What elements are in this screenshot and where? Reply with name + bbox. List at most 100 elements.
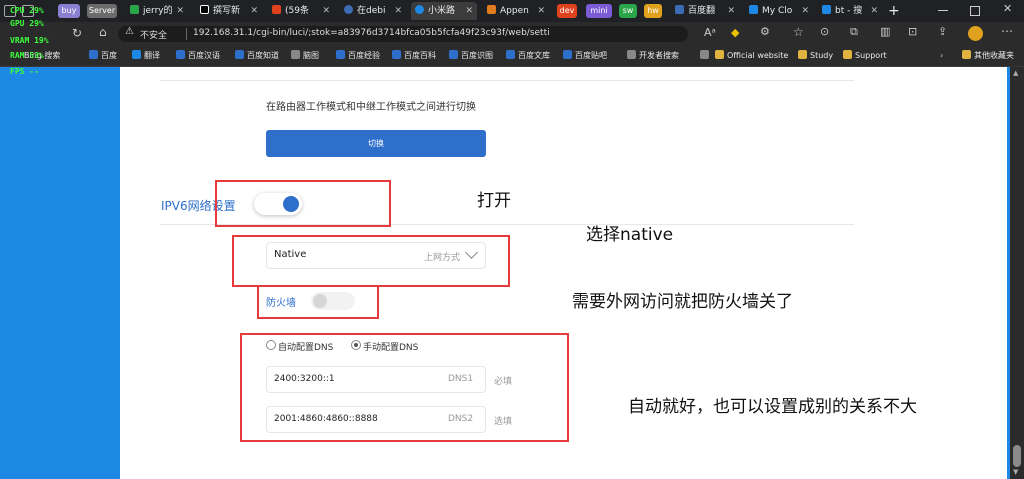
split-screen-icon[interactable]: ▥ xyxy=(880,25,890,38)
folder-icon xyxy=(843,50,852,59)
bookmark-label: 翻译 xyxy=(144,51,160,60)
close-icon[interactable]: ✕ xyxy=(322,2,330,20)
page-scrollbar[interactable] xyxy=(1010,67,1024,479)
tab-group-buy[interactable]: buy xyxy=(58,4,80,18)
profile-avatar[interactable] xyxy=(968,26,983,41)
refresh-icon[interactable]: ↻ xyxy=(72,26,82,40)
bookmark-wenku[interactable]: 百度文库 xyxy=(506,49,550,63)
minimize-button[interactable] xyxy=(938,10,948,11)
scroll-down-icon[interactable]: ▼ xyxy=(1013,468,1018,476)
tab-favicon xyxy=(272,5,281,14)
tab-messages[interactable]: (59条 ✕ xyxy=(268,2,334,20)
mode-description: 在路由器工作模式和中继工作模式之间进行切换 xyxy=(266,102,476,113)
history-icon[interactable]: ⊙ xyxy=(820,25,829,38)
close-icon[interactable]: ✕ xyxy=(801,2,809,20)
paw-icon xyxy=(506,50,515,59)
tab-favicon xyxy=(130,5,139,14)
annotation-box-dns xyxy=(240,333,569,442)
home-icon[interactable]: ⌂ xyxy=(99,25,107,39)
switch-mode-button[interactable]: 切换 xyxy=(266,130,486,157)
bookmark-naotu[interactable]: 脑图 xyxy=(291,49,319,63)
tab-xiaomi-router[interactable]: 小米路 ✕ xyxy=(411,2,477,20)
tab-appendix[interactable]: Appen ✕ xyxy=(483,2,549,20)
maximize-button[interactable] xyxy=(970,6,980,16)
new-tab-button[interactable]: + xyxy=(888,2,900,20)
bookmark-baike[interactable]: 百度百科 xyxy=(392,49,436,63)
scroll-up-icon[interactable]: ▲ xyxy=(1013,69,1018,77)
url-text[interactable]: 192.168.31.1/cgi-bin/luci/;stok=a83976d3… xyxy=(193,28,549,38)
shopping-icon[interactable]: ◆ xyxy=(731,26,739,39)
security-label: 不安全 xyxy=(140,31,168,41)
bookmark-label: 百度贴吧 xyxy=(575,51,607,60)
warning-icon: ⚠ xyxy=(125,26,134,37)
chevron-right-icon[interactable]: › xyxy=(940,49,943,63)
tab-jerry[interactable]: jerry的 ✕ xyxy=(126,2,188,20)
tab-compose[interactable]: 撰写新 ✕ xyxy=(196,2,262,20)
close-icon[interactable]: ✕ xyxy=(465,2,473,20)
tab-bt-search[interactable]: bt - 搜 ✕ xyxy=(818,2,882,20)
tab-baidu-translate[interactable]: 百度翻 ✕ xyxy=(671,2,739,20)
favorites-star-icon[interactable]: ☆ xyxy=(793,25,804,39)
extension-icon[interactable]: ⚙ xyxy=(760,25,770,38)
tab-favicon xyxy=(344,5,353,14)
bookmark-label: 百度汉语 xyxy=(188,51,220,60)
close-window-button[interactable]: ✕ xyxy=(1003,2,1012,15)
close-icon[interactable]: ✕ xyxy=(727,2,735,20)
more-menu-icon[interactable]: ⋯ xyxy=(1001,24,1013,38)
bookmark-zhidao[interactable]: 百度知道 xyxy=(235,49,279,63)
translate-icon xyxy=(132,50,141,59)
bookmark-label: 其他收藏夹 xyxy=(974,51,1014,60)
tab-label: 在debi xyxy=(357,6,386,16)
close-icon[interactable]: ✕ xyxy=(250,2,258,20)
bookmark-tieba[interactable]: 百度贴吧 xyxy=(563,49,607,63)
bookmark-dev-search[interactable]: 开发者搜索 xyxy=(627,49,679,63)
annotation-dns: 自动就好，也可以设置成别的关系不大 xyxy=(628,397,917,417)
tab-group-dev[interactable]: dev xyxy=(557,4,577,18)
ram-readout: RAM 53% xyxy=(10,51,44,60)
bookmark-jingyan[interactable]: 百度经验 xyxy=(336,49,380,63)
bookmark-support[interactable]: Support xyxy=(843,49,887,63)
tab-group-server[interactable]: Server xyxy=(87,4,117,18)
tab-label: 百度翻 xyxy=(688,6,716,16)
share-icon[interactable]: ⇪ xyxy=(938,25,947,38)
bookmark-hanyu[interactable]: 百度汉语 xyxy=(176,49,220,63)
bookmark-label: 百度识图 xyxy=(461,51,493,60)
tab-label: (59条 xyxy=(285,6,309,16)
close-icon[interactable]: ✕ xyxy=(870,2,878,20)
close-icon[interactable]: ✕ xyxy=(176,2,184,20)
tab-group-sw[interactable]: sw xyxy=(619,4,637,18)
paw-icon xyxy=(449,50,458,59)
section-divider xyxy=(160,80,854,81)
tab-my-cloud[interactable]: My Clo ✕ xyxy=(745,2,813,20)
collections-icon[interactable]: ⧉ xyxy=(850,25,858,39)
bookmark-translate[interactable]: 翻译 xyxy=(132,49,160,63)
paw-icon xyxy=(392,50,401,59)
bookmark-baidu[interactable]: 百度 xyxy=(89,49,117,63)
paw-icon xyxy=(336,50,345,59)
annotation-open: 打开 xyxy=(477,191,511,211)
bookmark-label: 百度百科 xyxy=(404,51,436,60)
tab-favicon xyxy=(822,5,831,14)
tab-group-mini[interactable]: mini xyxy=(586,4,612,18)
paw-icon xyxy=(176,50,185,59)
close-icon[interactable]: ✕ xyxy=(537,2,545,20)
paw-icon xyxy=(563,50,572,59)
screenshot-icon[interactable]: ⊡ xyxy=(908,25,917,38)
bookmark-other[interactable]: 其他收藏夹 xyxy=(962,49,1014,63)
bookmark-shitu[interactable]: 百度识图 xyxy=(449,49,493,63)
folder-icon xyxy=(962,50,971,59)
bookmark-sync-icon-item[interactable] xyxy=(700,49,712,63)
tab-label: 小米路 xyxy=(428,6,456,16)
tab-debian[interactable]: 在debi ✕ xyxy=(340,2,406,20)
bookmark-official[interactable]: Official website xyxy=(715,49,788,63)
bookmark-label: 百度知道 xyxy=(247,51,279,60)
bookmark-label: 脑图 xyxy=(303,51,319,60)
bookmark-label: Support xyxy=(855,51,887,60)
tab-label: bt - 搜 xyxy=(835,6,863,16)
tab-group-hw[interactable]: hw xyxy=(644,4,662,18)
bookmark-study[interactable]: Study xyxy=(798,49,833,63)
scrollbar-thumb[interactable] xyxy=(1013,445,1021,467)
read-aloud-icon[interactable]: Aᵃ xyxy=(704,26,716,39)
tab-label: Appen xyxy=(500,6,529,16)
close-icon[interactable]: ✕ xyxy=(394,2,402,20)
